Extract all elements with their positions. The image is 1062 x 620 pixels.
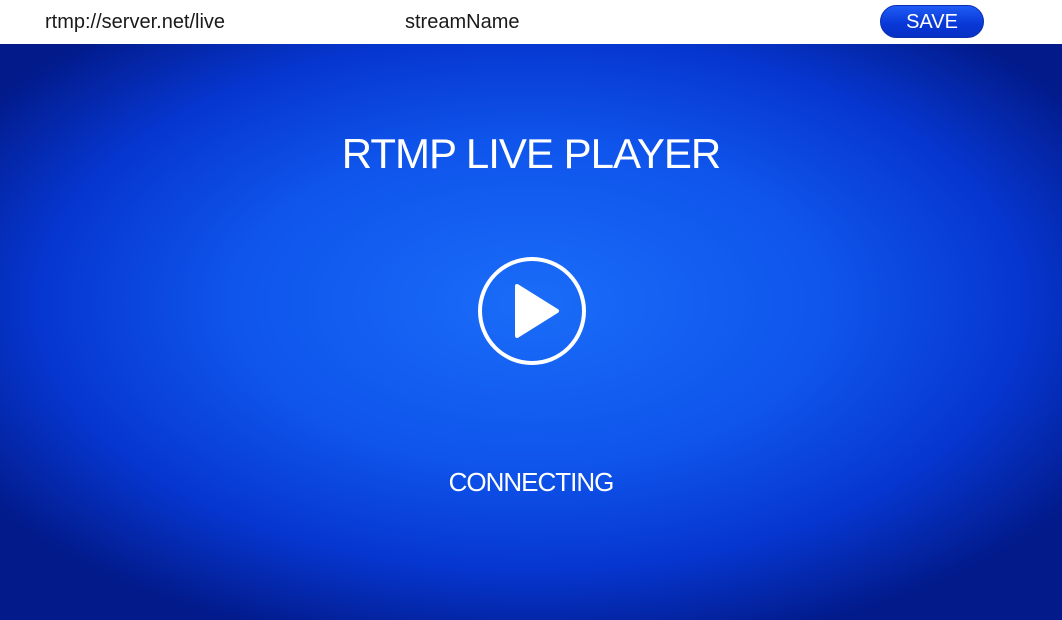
connection-status: CONNECTING <box>448 467 615 497</box>
save-button[interactable]: SAVE <box>880 5 984 38</box>
player-title: RTMP LIVE PLAYER <box>341 130 722 177</box>
top-toolbar: SAVE <box>0 0 1062 44</box>
stream-name-input[interactable] <box>405 8 705 36</box>
play-icon <box>478 257 586 365</box>
player-area: RTMP LIVE PLAYER CONNECTING <box>0 44 1062 620</box>
play-button[interactable] <box>477 256 587 366</box>
server-url-input[interactable] <box>45 8 345 36</box>
